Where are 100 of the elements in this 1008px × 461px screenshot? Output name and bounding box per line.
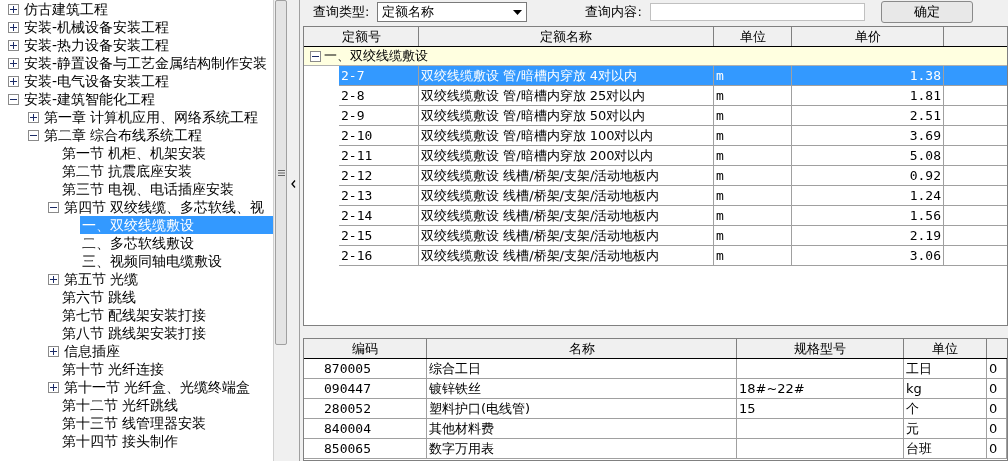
tree-item[interactable]: 第四节 双绞线缆、多芯软线、视 bbox=[62, 198, 267, 216]
tree-item[interactable]: 安装-电气设备安装工程 bbox=[22, 72, 172, 90]
confirm-button[interactable]: 确定 bbox=[880, 1, 973, 23]
scroll-thumb[interactable] bbox=[274, 0, 288, 345]
column-header[interactable]: 单位 bbox=[904, 339, 987, 358]
collapse-icon[interactable] bbox=[310, 50, 321, 62]
column-header[interactable]: 单价 bbox=[792, 27, 944, 46]
tree-item[interactable]: 安装-热力设备安装工程 bbox=[22, 36, 172, 54]
table-cell: 3.06 bbox=[792, 246, 944, 265]
table-cell: 18#~22# bbox=[737, 379, 904, 398]
expand-icon[interactable] bbox=[28, 111, 39, 123]
table-cell: 双绞线缆敷设 管/暗槽内穿放 100对以内 bbox=[419, 126, 714, 145]
tree-item[interactable]: 第十节 光纤连接 bbox=[60, 360, 167, 378]
table-cell: 870005 bbox=[304, 359, 427, 378]
table-cell: 3.69 bbox=[792, 126, 944, 145]
table-cell: 2-13 bbox=[339, 186, 419, 205]
table-row[interactable]: 2-13 双绞线缆敷设 线槽/桥架/支架/活动地板内 m 1.24 bbox=[339, 186, 1007, 206]
expand-icon[interactable] bbox=[48, 345, 59, 357]
tree-item[interactable]: 第一节 机柜、机架安装 bbox=[60, 144, 209, 162]
collapse-icon[interactable] bbox=[8, 93, 19, 105]
table-cell: 0 bbox=[987, 439, 1007, 458]
expand-icon[interactable] bbox=[48, 273, 59, 285]
table-cell: kg bbox=[904, 379, 987, 398]
table-cell: 2-7 bbox=[339, 66, 419, 85]
table-cell: 2-9 bbox=[339, 106, 419, 125]
tree-item[interactable]: 第三节 电视、电话插座安装 bbox=[60, 180, 237, 198]
tree-item[interactable]: 二、多芯软线敷设 bbox=[80, 234, 196, 252]
table-cell: 0 bbox=[987, 419, 1007, 438]
collapse-icon[interactable] bbox=[28, 129, 39, 141]
table-cell: 840004 bbox=[304, 419, 427, 438]
table-cell: 0 bbox=[987, 379, 1007, 398]
table-cell: m bbox=[714, 126, 792, 145]
tree-item[interactable]: 仿古建筑工程 bbox=[22, 0, 110, 18]
tree-item[interactable]: 信息插座 bbox=[62, 342, 122, 360]
expand-icon[interactable] bbox=[8, 21, 19, 33]
tree-item[interactable]: 第五节 光缆 bbox=[62, 270, 141, 288]
table-cell: 双绞线缆敷设 线槽/桥架/支架/活动地板内 bbox=[419, 186, 714, 205]
tree-item[interactable]: 第六节 跳线 bbox=[60, 288, 139, 306]
tree-item[interactable]: 三、视频同轴电缆敷设 bbox=[80, 252, 224, 270]
expand-icon[interactable] bbox=[8, 3, 19, 15]
table-cell: 双绞线缆敷设 线槽/桥架/支架/活动地板内 bbox=[419, 226, 714, 245]
table-cell: 2.19 bbox=[792, 226, 944, 245]
query-content-field[interactable] bbox=[649, 3, 865, 21]
table-cell: m bbox=[714, 206, 792, 225]
tree-item[interactable]: 安装-建筑智能化工程 bbox=[22, 90, 158, 108]
table-cell: 850065 bbox=[304, 439, 427, 458]
tree-item[interactable]: 第十二节 光纤跳线 bbox=[60, 396, 181, 414]
group-row[interactable]: 一、双绞线缆敷设 bbox=[324, 46, 428, 66]
query-content-label: 查询内容: bbox=[585, 3, 642, 22]
table-row[interactable]: 2-14 双绞线缆敷设 线槽/桥架/支架/活动地板内 m 1.56 bbox=[339, 206, 1007, 226]
tree-item[interactable]: 第十一节 光纤盒、光缆终端盒 bbox=[62, 378, 253, 396]
table-row[interactable]: 2-10 双绞线缆敷设 管/暗槽内穿放 100对以内 m 3.69 bbox=[339, 126, 1007, 146]
table-cell: m bbox=[714, 246, 792, 265]
column-header[interactable]: 名称 bbox=[427, 339, 737, 358]
table-cell: m bbox=[714, 186, 792, 205]
table-cell: 塑料护口(电线管) bbox=[427, 399, 737, 418]
tree-item[interactable]: 第八节 跳线架安装打接 bbox=[60, 324, 209, 342]
table-cell: 2-14 bbox=[339, 206, 419, 225]
tree-item[interactable]: 第七节 配线架安装打接 bbox=[60, 306, 209, 324]
tree-item[interactable]: 第二章 综合布线系统工程 bbox=[42, 126, 205, 144]
table-row[interactable]: 2-8 双绞线缆敷设 管/暗槽内穿放 25对以内 m 1.81 bbox=[339, 86, 1007, 106]
table-cell: 1.24 bbox=[792, 186, 944, 205]
query-type-dropdown[interactable]: 定额名称 bbox=[377, 2, 528, 22]
grip-icon bbox=[277, 169, 285, 176]
tree-item[interactable]: 第二节 抗震底座安装 bbox=[60, 162, 195, 180]
table-cell: 双绞线缆敷设 管/暗槽内穿放 200对以内 bbox=[419, 146, 714, 165]
column-header[interactable]: 定额号 bbox=[304, 27, 419, 46]
tree-item[interactable]: 第十三节 线管理器安装 bbox=[60, 414, 209, 432]
table-cell: 数字万用表 bbox=[427, 439, 737, 458]
expand-icon[interactable] bbox=[8, 57, 19, 69]
table-cell: 双绞线缆敷设 管/暗槽内穿放 50对以内 bbox=[419, 106, 714, 125]
column-header[interactable]: 定额名称 bbox=[419, 27, 714, 46]
table-cell: 1.56 bbox=[792, 206, 944, 225]
tree-item[interactable]: 第一章 计算机应用、网络系统工程 bbox=[42, 108, 261, 126]
table-cell: 双绞线缆敷设 线槽/桥架/支架/活动地板内 bbox=[419, 206, 714, 225]
table-row[interactable]: 2-15 双绞线缆敷设 线槽/桥架/支架/活动地板内 m 2.19 bbox=[339, 226, 1007, 246]
tree-item[interactable]: 第十四节 接头制作 bbox=[60, 432, 181, 450]
table-row[interactable]: 2-9 双绞线缆敷设 管/暗槽内穿放 50对以内 m 2.51 bbox=[339, 106, 1007, 126]
table-cell: 双绞线缆敷设 线槽/桥架/支架/活动地板内 bbox=[419, 166, 714, 185]
tree-item[interactable]: 安装-机械设备安装工程 bbox=[22, 18, 172, 36]
table-row[interactable]: 2-11 双绞线缆敷设 管/暗槽内穿放 200对以内 m 5.08 bbox=[339, 146, 1007, 166]
table-cell: 台班 bbox=[904, 439, 987, 458]
table-cell: 0 bbox=[987, 359, 1007, 378]
tree-item[interactable]: 安装-静置设备与工艺金属结构制作安装 bbox=[22, 54, 270, 72]
column-header[interactable]: 规格型号 bbox=[737, 339, 904, 358]
table-cell: m bbox=[714, 226, 792, 245]
column-header[interactable]: 单位 bbox=[714, 27, 792, 46]
table-cell: 0.92 bbox=[792, 166, 944, 185]
expand-icon[interactable] bbox=[8, 39, 19, 51]
table-row[interactable]: 2-12 双绞线缆敷设 线槽/桥架/支架/活动地板内 m 0.92 bbox=[339, 166, 1007, 186]
table-cell: 2-15 bbox=[339, 226, 419, 245]
table-row[interactable]: 2-16 双绞线缆敷设 线槽/桥架/支架/活动地板内 m 3.06 bbox=[339, 246, 1007, 266]
expand-icon[interactable] bbox=[8, 75, 19, 87]
expand-icon[interactable] bbox=[48, 381, 59, 393]
column-header[interactable]: 编码 bbox=[304, 339, 427, 358]
table-cell: 2-8 bbox=[339, 86, 419, 105]
table-cell: m bbox=[714, 66, 792, 85]
table-cell: m bbox=[714, 106, 792, 125]
table-cell: 15 bbox=[737, 399, 904, 418]
collapse-icon[interactable] bbox=[48, 201, 59, 213]
